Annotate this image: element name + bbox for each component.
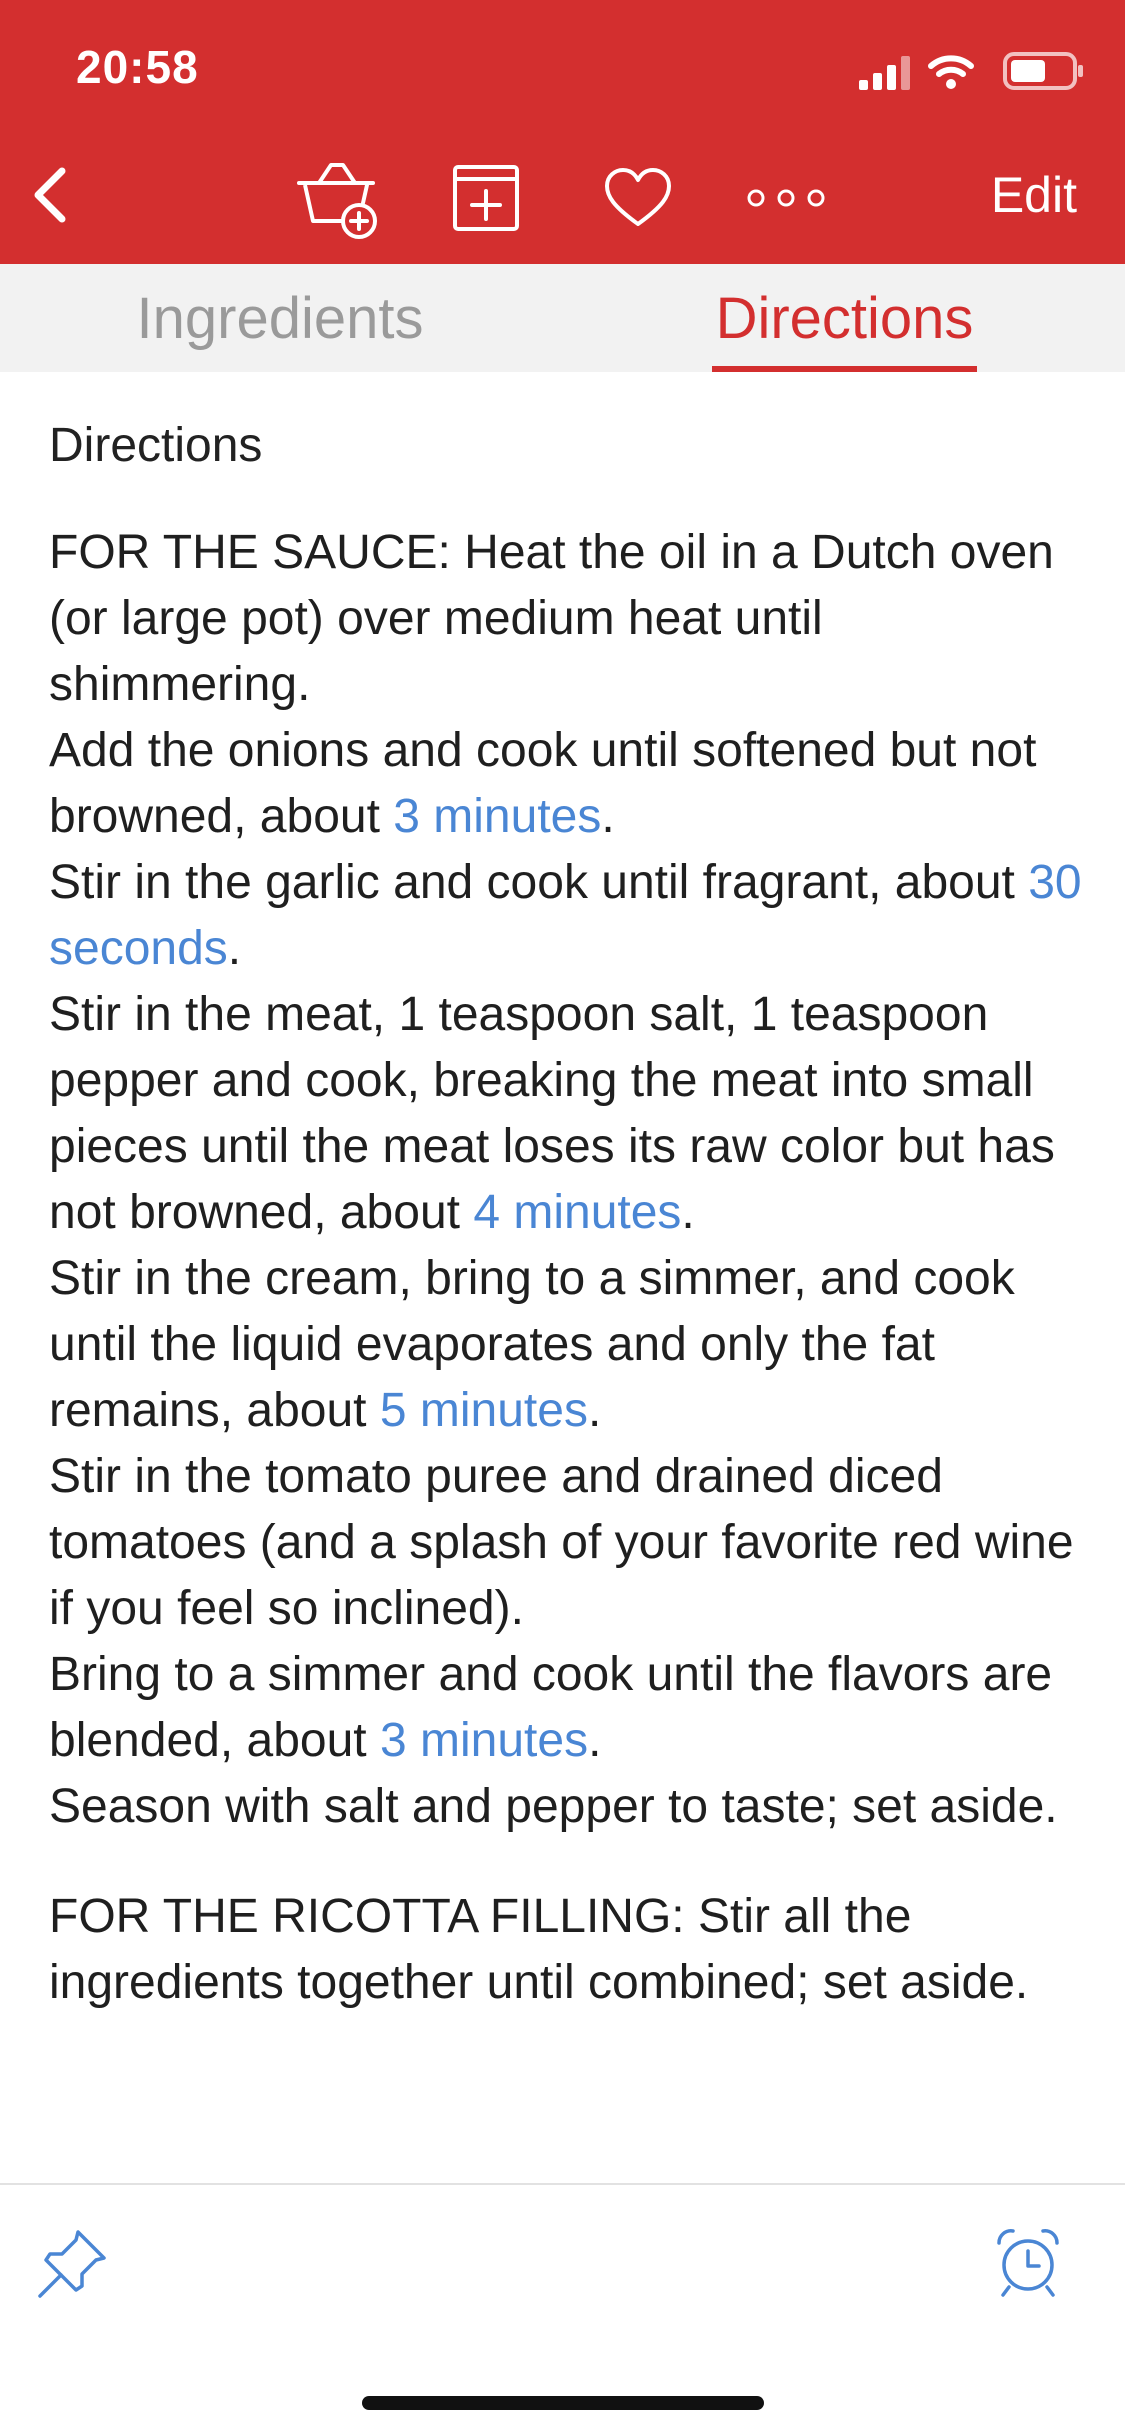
step-sauce-3: Stir in the garlic and cook until fragra… [49, 850, 1089, 982]
step-sauce-1: FOR THE SAUCE: Heat the oil in a Dutch o… [49, 520, 1089, 718]
more-icon [747, 189, 825, 207]
step-text-end: . [601, 790, 615, 843]
step-ricotta-1: FOR THE RICOTTA FILLING: Stir all the in… [49, 1884, 1089, 2016]
sauce-steps: FOR THE SAUCE: Heat the oil in a Dutch o… [49, 520, 1089, 1840]
step-text: FOR THE RICOTTA FILLING: Stir all the in… [49, 1890, 1029, 2009]
bottom-divider [0, 2183, 1125, 2185]
tab-directions[interactable]: Directions [712, 264, 977, 372]
edit-button[interactable]: Edit [991, 166, 1077, 224]
step-sauce-4: Stir in the meat, 1 teaspoon salt, 1 tea… [49, 982, 1089, 1246]
heart-icon [605, 168, 671, 226]
timer-button[interactable] [986, 2220, 1070, 2304]
step-sauce-6: Stir in the tomato puree and drained dic… [49, 1444, 1089, 1642]
pin-icon [38, 2230, 106, 2298]
ricotta-steps: FOR THE RICOTTA FILLING: Stir all the in… [49, 1884, 1089, 2016]
step-text-end: . [587, 1384, 602, 1437]
wifi-icon [928, 55, 974, 89]
status-time: 20:58 [76, 41, 199, 93]
battery-icon [1003, 52, 1083, 90]
tab-ingredients[interactable]: Ingredients [130, 264, 430, 372]
timer-link[interactable]: 5 minutes [380, 1384, 588, 1437]
more-options-button[interactable] [744, 176, 828, 220]
step-text: Stir in the garlic and cook until fragra… [49, 856, 1029, 909]
favorite-button[interactable] [600, 160, 676, 236]
directions-heading: Directions [49, 419, 263, 472]
step-sauce-2: Add the onions and cook until softened b… [49, 718, 1089, 850]
step-text: Season with salt and pepper to taste; se… [49, 1780, 1058, 1833]
home-indicator [362, 2396, 764, 2410]
step-text-end: . [588, 1714, 602, 1767]
timer-link[interactable]: 3 minutes [380, 1714, 588, 1767]
app-header: 20:58 Edit [0, 0, 1125, 264]
step-text: Stir in the tomato puree and drained dic… [49, 1450, 1074, 1635]
directions-content: Directions FOR THE SAUCE: Heat the oil i… [49, 372, 1089, 2016]
cellular-signal-icon [859, 56, 910, 90]
basket-add-icon [297, 163, 377, 239]
back-button[interactable] [20, 160, 80, 230]
step-text: FOR THE SAUCE: Heat the oil in a Dutch o… [49, 526, 1054, 711]
segment-tabs: Ingredients Directions [0, 264, 1125, 372]
pin-button[interactable] [30, 2222, 114, 2306]
calendar-add-icon [453, 165, 519, 231]
step-sauce-8: Season with salt and pepper to taste; se… [49, 1774, 1089, 1840]
add-to-shopping-list-button[interactable] [290, 150, 386, 246]
timer-link[interactable]: 4 minutes [473, 1186, 681, 1239]
step-text-end: . [227, 922, 242, 975]
step-text-end: . [681, 1186, 695, 1239]
alarm-clock-icon [997, 2229, 1059, 2297]
add-to-planner-button[interactable] [448, 160, 524, 236]
step-sauce-5: Stir in the cream, bring to a simmer, an… [49, 1246, 1089, 1444]
step-sauce-7: Bring to a simmer and cook until the fla… [49, 1642, 1089, 1774]
chevron-left-icon [34, 167, 66, 223]
timer-link[interactable]: 3 minutes [393, 790, 601, 843]
